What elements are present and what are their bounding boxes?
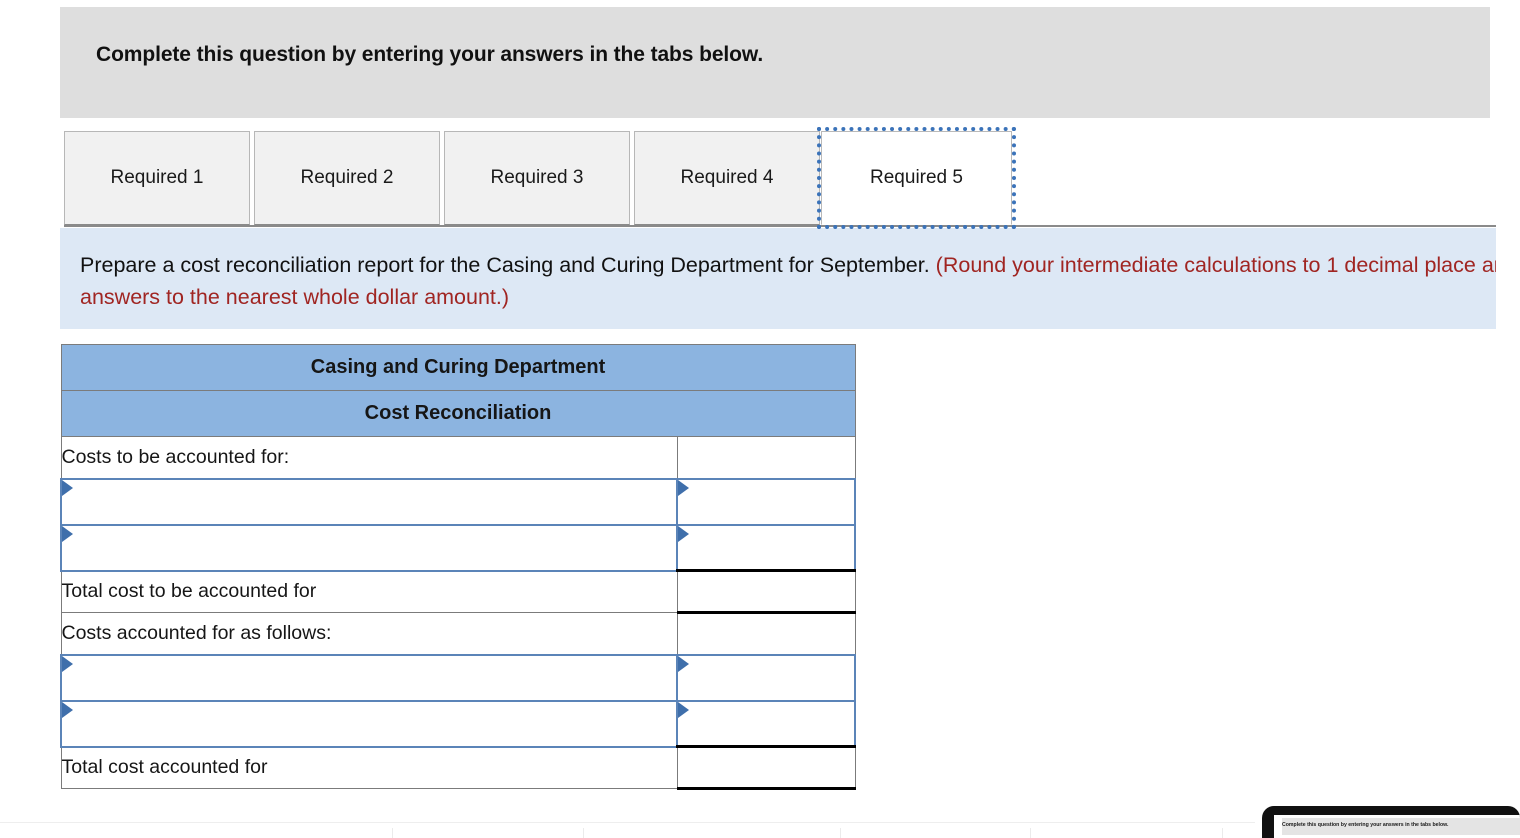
amount-input-2[interactable] <box>675 523 857 572</box>
tab-label: Required 5 <box>870 167 963 188</box>
instruction-banner: Prepare a cost reconciliation report for… <box>60 228 1496 329</box>
table-row <box>60 653 857 702</box>
dropdown-triangle-icon <box>62 525 73 542</box>
tab-label: Required 4 <box>680 167 774 188</box>
table-header-row-subtitle: Cost Reconciliation <box>60 390 856 437</box>
amount-input-1[interactable] <box>675 477 857 526</box>
bottom-tick-5 <box>1222 828 1223 838</box>
table-title-cost-reconciliation: Cost Reconciliation <box>60 390 856 437</box>
tab-required-5[interactable]: Required 5 <box>817 127 1016 229</box>
dropdown-triangle-icon <box>62 655 73 672</box>
page-title: Complete this question by entering your … <box>96 43 764 66</box>
thumbnail-title: Complete this question by entering your … <box>1282 822 1449 828</box>
tab-label: Required 1 <box>110 167 204 188</box>
dropdown-triangle-icon <box>62 479 73 496</box>
table-body: Casing and Curing Department Cost Reconc… <box>60 344 857 790</box>
device-preview-thumbnail[interactable]: Complete this question by entering your … <box>1262 806 1520 838</box>
table-row <box>60 477 857 526</box>
dropdown-triangle-icon <box>62 701 73 718</box>
thumbnail-screen: Complete this question by entering your … <box>1274 815 1520 838</box>
dropdown-triangle-icon <box>678 525 689 542</box>
total-value-cell[interactable] <box>676 569 856 614</box>
question-header-banner: Complete this question by entering your … <box>60 7 1490 118</box>
table-row: Total cost accounted for <box>60 745 856 790</box>
table-title-department: Casing and Curing Department <box>60 344 856 391</box>
section-label: Costs to be accounted for: <box>60 436 678 479</box>
total-label: Total cost to be accounted for <box>60 570 678 613</box>
account-dropdown-5[interactable] <box>60 653 678 702</box>
tab-label: Required 2 <box>300 167 394 188</box>
table-row <box>60 523 857 572</box>
value-cell <box>676 612 856 655</box>
amount-input-5[interactable] <box>675 653 857 702</box>
account-dropdown-6[interactable] <box>60 699 678 748</box>
tab-required-4[interactable]: Required 4 <box>634 131 820 225</box>
dropdown-triangle-icon <box>678 655 689 672</box>
instruction-text: Prepare a cost reconciliation report for… <box>80 249 1496 313</box>
table-row <box>60 699 857 748</box>
table-row: Costs to be accounted for: <box>60 436 856 479</box>
bottom-tick-3 <box>840 828 841 838</box>
bottom-tick-2 <box>583 828 584 838</box>
amount-input-6[interactable] <box>675 699 857 748</box>
tab-required-3[interactable]: Required 3 <box>444 131 630 225</box>
table-row: Costs accounted for as follows: <box>60 612 856 655</box>
bottom-tick-4 <box>1030 828 1031 838</box>
cost-reconciliation-table: Casing and Curing Department Cost Reconc… <box>60 344 857 790</box>
section-label: Costs accounted for as follows: <box>60 612 678 655</box>
bottom-tick-1 <box>392 828 393 838</box>
table-row: Total cost to be accounted for <box>60 569 856 614</box>
bottom-divider <box>0 822 1255 823</box>
tab-required-1[interactable]: Required 1 <box>64 131 250 225</box>
total-value-cell[interactable] <box>676 745 856 790</box>
dropdown-triangle-icon <box>678 479 689 496</box>
tab-label: Required 3 <box>490 167 584 188</box>
dropdown-triangle-icon <box>678 701 689 718</box>
account-dropdown-2[interactable] <box>60 523 678 572</box>
account-dropdown-1[interactable] <box>60 477 678 526</box>
tab-required-2[interactable]: Required 2 <box>254 131 440 225</box>
total-label: Total cost accounted for <box>60 746 678 789</box>
tabstrip-divider <box>64 225 1496 227</box>
instruction-normal: Prepare a cost reconciliation report for… <box>80 253 936 277</box>
table-header-row-department: Casing and Curing Department <box>60 344 856 391</box>
value-cell <box>676 436 856 479</box>
